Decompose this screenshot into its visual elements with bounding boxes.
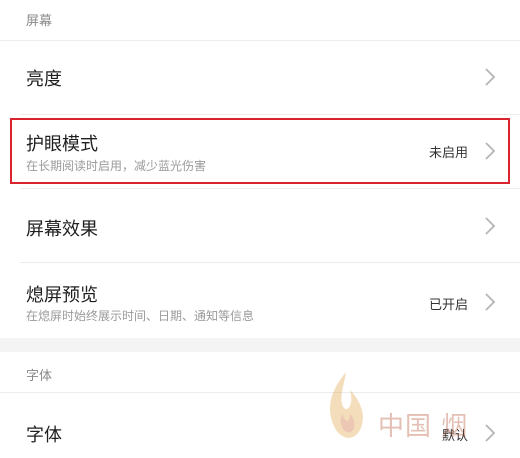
row-status-value: 已开启	[428, 298, 468, 313]
row-title: 屏幕效果	[26, 219, 98, 240]
highlight-box	[10, 118, 510, 184]
settings-row-brightness[interactable]: 亮度	[0, 41, 520, 113]
watermark: 中国 烟	[320, 368, 510, 450]
chevron-right-icon	[485, 217, 496, 235]
chevron-right-icon	[485, 293, 496, 311]
row-title: 亮度	[26, 69, 62, 90]
row-title: 熄屏预览	[26, 285, 98, 306]
divider	[20, 114, 520, 115]
section-header-screen: 屏幕	[0, 0, 520, 36]
settings-row-screen-effect[interactable]: 屏幕效果	[0, 190, 520, 262]
row-subtitle: 在熄屏时始终展示时间、日期、通知等信息	[26, 309, 255, 323]
section-header-label: 字体	[26, 369, 53, 384]
settings-row-lockscreen-preview[interactable]: 熄屏预览 在熄屏时始终展示时间、日期、通知等信息 已开启	[0, 263, 520, 337]
chevron-right-icon	[485, 68, 496, 86]
watermark-text: 中国 烟	[378, 412, 469, 442]
section-header-label: 屏幕	[26, 14, 53, 29]
divider	[20, 188, 520, 189]
section-gap	[0, 338, 520, 352]
row-title: 字体	[26, 425, 62, 446]
flame-logo	[330, 372, 363, 438]
